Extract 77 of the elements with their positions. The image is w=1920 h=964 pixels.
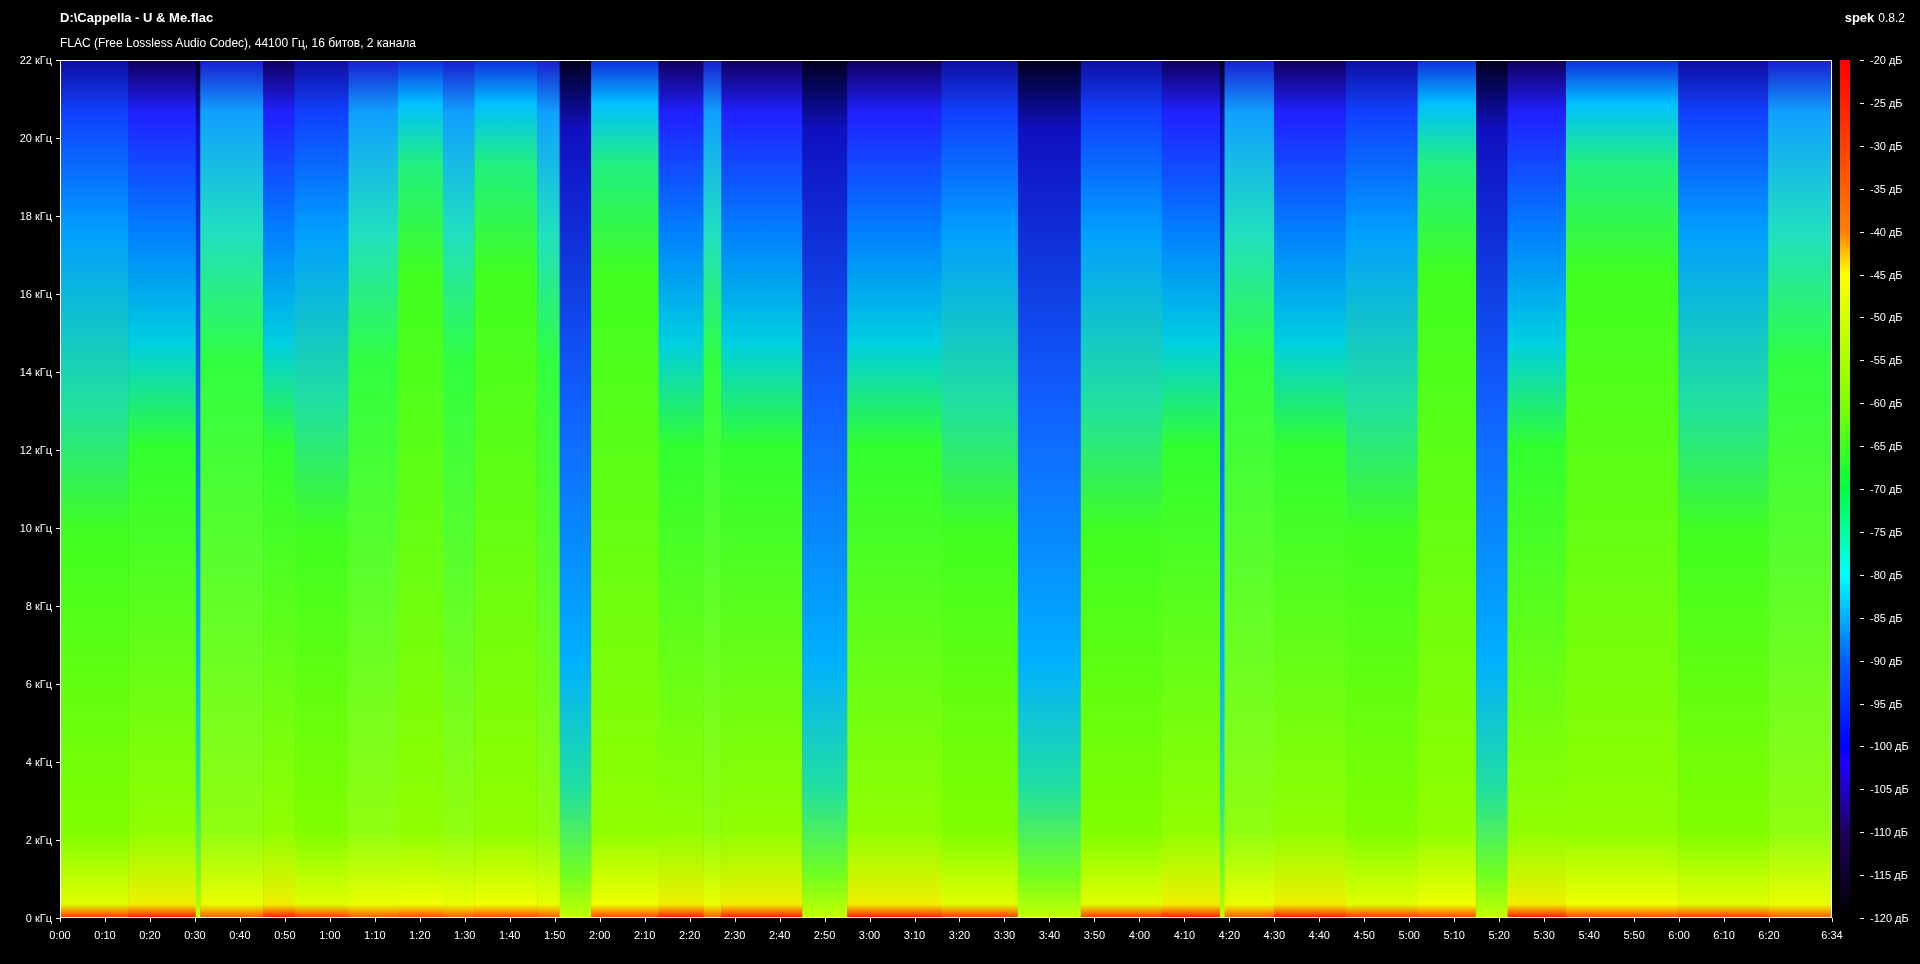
level-label: -50 дБ [1870, 311, 1903, 324]
level-label: -110 дБ [1870, 826, 1908, 839]
time-label: 6:34 [1821, 929, 1843, 941]
time-label: 2:50 [813, 929, 836, 941]
time-label: 2:40 [768, 929, 791, 941]
level-label: -80 дБ [1870, 568, 1903, 581]
time-label: 0:20 [139, 929, 161, 941]
time-label: 5:10 [1443, 929, 1465, 941]
time-label: 4:20 [1218, 929, 1241, 941]
time-label: 4:10 [1173, 929, 1196, 941]
time-label: 1:20 [409, 929, 431, 941]
level-label: -100 дБ [1870, 740, 1909, 753]
time-label: 0:40 [229, 929, 251, 941]
time-label: 2:10 [633, 929, 656, 941]
frequency-label: 0 кГц [25, 912, 52, 924]
time-label: 3:40 [1038, 929, 1061, 941]
time-label: 2:00 [589, 929, 611, 941]
time-label: 1:50 [544, 929, 566, 941]
frequency-label: 12 кГц [19, 444, 52, 456]
frequency-label: 14 кГц [19, 366, 52, 378]
audio-format-info: FLAC (Free Lossless Audio Codec), 44100 Гц, 16 битов, 2 канала [60, 36, 416, 50]
file-title: D:\Cappella - U & Me.flac [60, 10, 215, 25]
time-label: 1:40 [499, 929, 521, 941]
frequency-label: 4 кГц [25, 756, 52, 768]
time-label: 3:50 [1083, 929, 1106, 941]
time-label: 6:00 [1668, 929, 1690, 941]
level-label: -30 дБ [1870, 139, 1903, 152]
time-label: 0:00 [49, 929, 71, 941]
time-label: 5:00 [1398, 929, 1420, 941]
level-label: -25 дБ [1870, 96, 1903, 109]
level-label: -120 дБ [1870, 912, 1909, 924]
time-label: 3:20 [948, 929, 971, 941]
level-label: -60 дБ [1870, 397, 1903, 410]
frequency-label: 18 кГц [19, 210, 52, 222]
time-label: 4:30 [1263, 929, 1285, 941]
frequency-label: 8 кГц [25, 600, 52, 612]
time-label: 0:50 [274, 929, 296, 941]
time-label: 1:30 [454, 929, 476, 941]
app-version: 0.8.2 [1878, 11, 1905, 25]
time-label: 1:00 [319, 929, 341, 941]
time-label: 5:20 [1488, 929, 1510, 941]
frequency-label: 2 кГц [25, 834, 52, 846]
level-label: -20 дБ [1870, 54, 1903, 66]
level-label: -95 дБ [1870, 697, 1903, 710]
time-label: 5:30 [1533, 929, 1555, 941]
time-label: 0:30 [184, 929, 206, 941]
time-label: 4:40 [1308, 929, 1330, 941]
time-label: 5:40 [1578, 929, 1600, 941]
time-label: 5:50 [1623, 929, 1645, 941]
frequency-label: 20 кГц [19, 132, 52, 144]
level-label: -65 дБ [1870, 440, 1903, 453]
level-label: -35 дБ [1870, 182, 1903, 195]
level-label: -90 дБ [1870, 654, 1903, 667]
time-label: 2:30 [723, 929, 746, 941]
time-label: 3:30 [993, 929, 1016, 941]
level-label: -45 дБ [1870, 268, 1903, 281]
frequency-label: 22 кГц [19, 54, 52, 66]
time-label: 2:20 [678, 929, 701, 941]
level-label: -75 дБ [1870, 525, 1903, 538]
frequency-label: 16 кГц [19, 288, 52, 300]
time-label: 0:10 [94, 929, 116, 941]
level-label: -85 дБ [1870, 611, 1903, 624]
level-label: -115 дБ [1870, 869, 1908, 882]
level-label: -70 дБ [1870, 483, 1903, 495]
frequency-label: 10 кГц [19, 522, 52, 534]
level-label: -55 дБ [1870, 354, 1903, 367]
time-label: 4:00 [1128, 929, 1151, 941]
time-label: 3:00 [858, 929, 881, 941]
frequency-label: 6 кГц [25, 678, 52, 690]
level-label: -40 дБ [1870, 225, 1903, 238]
time-label: 4:50 [1353, 929, 1375, 941]
time-label: 1:10 [364, 929, 386, 941]
time-label: 3:10 [903, 929, 926, 941]
time-label: 6:20 [1758, 929, 1780, 941]
time-label: 6:10 [1713, 929, 1735, 941]
level-label: -105 дБ [1870, 783, 1909, 796]
app-name: spek [1844, 10, 1875, 25]
